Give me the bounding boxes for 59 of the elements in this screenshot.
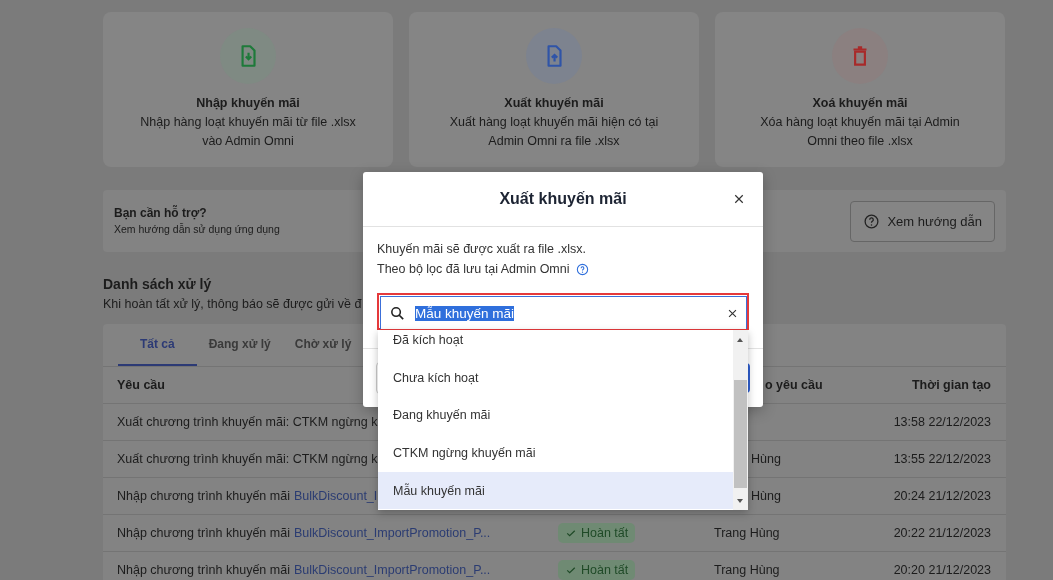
table-cell: 13:55 22/12/2023 [893,452,991,466]
check-icon [565,527,577,539]
help-subtitle: Xem hướng dẫn sử dụng ứng dụng [114,222,280,237]
search-icon [389,304,406,322]
card-description: Xóa hàng loạt khuyến mãi tại Admin [760,114,960,131]
dialog-text: Theo bộ lọc đã lưu tại Admin Omni [377,261,570,278]
card-title: Xoá khuyến mãi [812,95,908,112]
dropdown-option[interactable]: Mẫu khuyến mãi [378,471,733,510]
dropdown-option[interactable]: Đã kích hoạt [378,330,733,359]
help-icon[interactable] [575,262,589,276]
table-cell: 20:20 21/12/2023 [893,563,991,577]
help-icon [863,212,881,230]
card-title: Xuất khuyến mãi [504,95,604,112]
card-description: vào Admin Omni [202,133,294,150]
table-cell: 20:24 21/12/2023 [893,489,991,503]
file-link[interactable]: BulkDiscount_ImportPromotion_P... [293,526,491,540]
action-card[interactable]: Xuất khuyến mãi Xuất hàng loạt khuyến mãi hiện có tại Admin Omni ra file .xlsx [409,12,699,167]
table-cell: Xuất chương trình khuyến mãi: CTKM ngừng k [117,452,378,466]
scrollbar[interactable] [733,330,748,510]
section-title: Danh sách xử lý [103,275,212,293]
dropdown-option[interactable]: CTKM ngừng khuyến mãi [378,434,733,472]
tab[interactable]: Chờ xử lý [282,324,364,366]
file-link[interactable]: BulkDiscount_ImportPromotion_P... [293,563,491,577]
table-cell: Nhập chương trình khuyến mãi [117,489,290,503]
dropdown-option[interactable]: Đang khuyến mãi [378,396,733,435]
dialog-title: Xuất khuyến mãi [499,190,627,208]
status-badge: Hoàn tất [558,560,636,580]
tab[interactable]: Tất cả [118,324,197,366]
table-cell: Trang Hùng [714,563,780,577]
column-header: Thời gian tạo [911,378,991,392]
table-cell: Hùng [751,489,781,503]
section-subtitle: Khi hoàn tất xử lý, thông báo sẽ được gửi về đ [103,296,362,313]
column-header: Yêu cầu [117,378,165,392]
card-title: Nhập khuyến mãi [196,95,300,112]
table-cell: Nhập chương trình khuyến mãi [117,563,290,577]
close-icon[interactable] [733,193,745,205]
card-description: Omni theo file .xlsx [807,133,913,150]
table-cell: 13:58 22/12/2023 [893,415,991,429]
dropdown-option[interactable]: Chưa kích hoạt [378,358,733,397]
card-description: Xuất hàng loạt khuyến mãi hiện có tại [449,114,659,131]
file-link[interactable]: BulkDiscount_I [293,489,378,503]
tab[interactable]: Đang xử lý [196,324,283,366]
action-card[interactable]: Xoá khuyến mãi Xóa hàng loạt khuyến mãi tại Admin Omni theo file .xlsx [715,12,1005,167]
status-badge: Hoàn tất [558,523,636,543]
search-field[interactable]: Mẫu khuyến mãi [380,296,747,329]
check-icon [565,564,577,576]
dialog-text: Khuyến mãi sẽ được xuất ra file .xlsx. [377,241,586,258]
card-description: Admin Omni ra file .xlsx [488,133,620,150]
action-card[interactable]: Nhập khuyến mãi Nhập hàng loạt khuyến mãi từ file .xlsx vào Admin Omni [103,12,393,167]
table-cell: Trang Hùng [714,526,780,540]
table-cell: Hùng [751,452,781,466]
help-title: Bạn cần hỗ trợ? [114,205,208,221]
column-header: o yêu cầu [765,378,823,392]
card-description: Nhập hàng loạt khuyến mãi từ file .xlsx [140,114,356,131]
table-cell: Nhập chương trình khuyến mãi [117,526,290,540]
guide-button[interactable]: Xem hướng dẫn [850,200,995,242]
table-cell: 20:22 21/12/2023 [893,526,991,540]
clear-icon[interactable] [727,307,738,319]
table-cell: Xuất chương trình khuyến mãi: CTKM ngừng k [117,415,378,429]
